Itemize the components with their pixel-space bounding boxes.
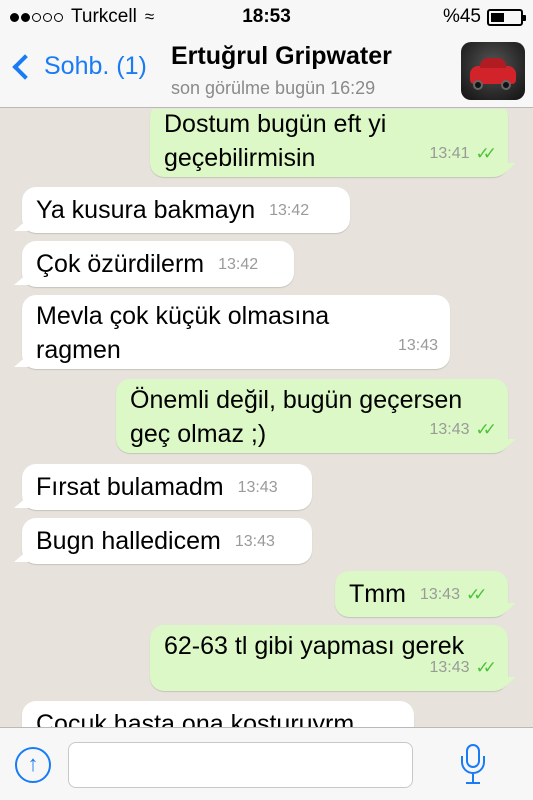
- battery-percent: %45: [442, 6, 481, 27]
- back-button[interactable]: Sohb. (1): [8, 52, 147, 81]
- message-text: Çok özürdilerm: [36, 250, 205, 278]
- message-time: 13:43: [429, 421, 470, 438]
- incoming-message[interactable]: Bugn halledicem 13:43: [14, 518, 312, 564]
- message-text: Ya kusura bakmayn: [36, 196, 256, 224]
- incoming-message[interactable]: Mevla çok küçük olmasına ragmen 13:43: [14, 295, 450, 369]
- message-time: 13:43: [419, 586, 460, 604]
- outgoing-message[interactable]: Tmm 13:43 ✓✓: [335, 571, 508, 617]
- message-meta: 13:43: [398, 329, 438, 363]
- double-check-icon: ✓✓: [465, 585, 487, 605]
- message-input[interactable]: [68, 742, 413, 788]
- message-time: 13:43: [237, 479, 278, 497]
- outgoing-message[interactable]: Dostum bugün eft yi geçebilirmisin 13:41 ✓…: [150, 109, 508, 177]
- message-text: Çocuk hasta ona koşturuyrm: [36, 710, 355, 727]
- input-bar: ↑: [0, 727, 533, 800]
- message-meta: 13:42: [218, 248, 258, 282]
- incoming-message[interactable]: Ya kusura bakmayn 13:42: [14, 187, 350, 233]
- message-time: 13:41: [429, 145, 470, 162]
- double-check-icon: ✓✓: [475, 420, 497, 439]
- last-seen: son görülme bugün 16:29: [171, 78, 376, 98]
- contact-name[interactable]: Ertuğrul Gripwater: [171, 42, 392, 71]
- incoming-message[interactable]: Çok özürdilerm 13:42: [14, 241, 294, 287]
- status-right: %45: [442, 6, 526, 28]
- message-meta: 13:43 ✓✓: [429, 413, 496, 447]
- message-meta: 13:42: [269, 194, 309, 228]
- battery-icon: [487, 8, 526, 26]
- message-text: Fırsat bulamadm: [36, 473, 224, 501]
- arrow-up-icon: ↑: [27, 751, 39, 776]
- message-text: Mevla çok küçük olmasına ragmen: [36, 302, 330, 364]
- message-time: 13:43: [397, 337, 438, 354]
- message-text: Bugn halledicem: [36, 527, 221, 555]
- battery-level: [491, 12, 504, 22]
- message-meta: 13:43: [238, 471, 278, 505]
- message-meta: 13:41 ✓✓: [429, 137, 496, 171]
- status-bar: Turkcell ≈ 18:53 %45: [0, 0, 533, 34]
- back-label: Sohb. (1): [44, 52, 147, 80]
- incoming-message[interactable]: Çocuk hasta ona koşturuyrm: [22, 701, 414, 727]
- double-check-icon: ✓✓: [475, 658, 497, 677]
- message-meta: 13:43 ✓✓: [420, 578, 487, 612]
- message-text: Tmm: [349, 580, 406, 608]
- outgoing-message[interactable]: Önemli değil, bugün geçersen geç olmaz ;…: [116, 379, 508, 453]
- double-check-icon: ✓✓: [475, 144, 497, 163]
- outgoing-message[interactable]: 62-63 tl gibi yapması gerek 13:43 ✓✓: [150, 625, 508, 691]
- message-meta: 13:43 ✓✓: [429, 651, 496, 685]
- contact-avatar[interactable]: [461, 42, 525, 100]
- chevron-left-icon: [12, 53, 38, 80]
- share-button[interactable]: ↑: [15, 747, 51, 783]
- message-time: 13:42: [269, 202, 310, 220]
- message-time: 13:43: [234, 533, 275, 551]
- message-time: 13:42: [218, 256, 259, 274]
- chat-header: Sohb. (1) Ertuğrul Gripwater son görülme…: [0, 34, 533, 108]
- message-meta: 13:43: [235, 525, 275, 559]
- microphone-button[interactable]: [461, 744, 485, 786]
- incoming-message[interactable]: Fırsat bulamadm 13:43: [14, 464, 312, 510]
- message-time: 13:43: [429, 659, 470, 676]
- message-list[interactable]: Dostum bugün eft yi geçebilirmisin 13:41 ✓…: [0, 109, 533, 727]
